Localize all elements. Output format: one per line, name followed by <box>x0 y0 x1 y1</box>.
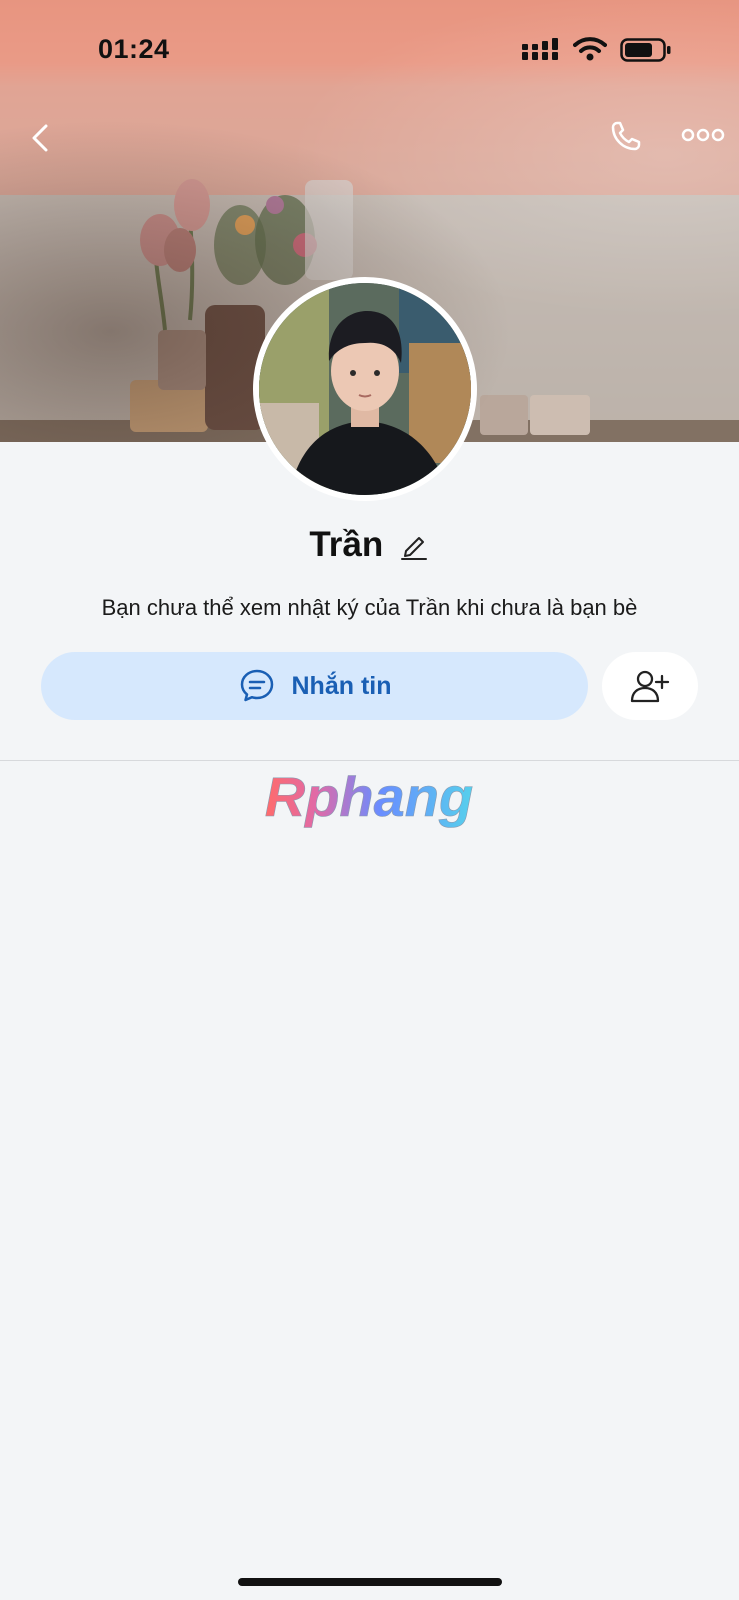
avatar-photo <box>259 283 471 495</box>
section-divider <box>0 760 739 761</box>
pencil-icon[interactable] <box>398 529 430 561</box>
watermark: Rphang <box>0 765 739 830</box>
profile-name: Trần <box>309 525 384 564</box>
signal-icon <box>522 38 558 60</box>
add-friend-icon <box>630 670 670 703</box>
watermark-logo: Rphang <box>264 765 473 829</box>
status-bar: 01:24 <box>0 0 739 90</box>
back-icon[interactable] <box>22 118 62 158</box>
add-friend-button[interactable] <box>602 652 698 720</box>
message-button-label: Nhắn tin <box>291 671 392 700</box>
svg-text:Rphang: Rphang <box>265 770 473 828</box>
home-indicator[interactable] <box>238 1578 502 1586</box>
phone-icon[interactable] <box>606 116 646 156</box>
chat-bubble-icon <box>240 669 273 702</box>
wifi-icon <box>573 37 607 61</box>
message-button[interactable]: Nhắn tin <box>41 652 588 720</box>
battery-icon <box>620 38 671 62</box>
friend-notice: Bạn chưa thể xem nhật ký của Trần khi ch… <box>101 595 638 620</box>
more-dots-icon[interactable] <box>680 120 726 150</box>
status-time: 01:24 <box>98 34 170 64</box>
avatar[interactable] <box>253 277 477 501</box>
profile-name-row: Trần <box>0 525 739 565</box>
